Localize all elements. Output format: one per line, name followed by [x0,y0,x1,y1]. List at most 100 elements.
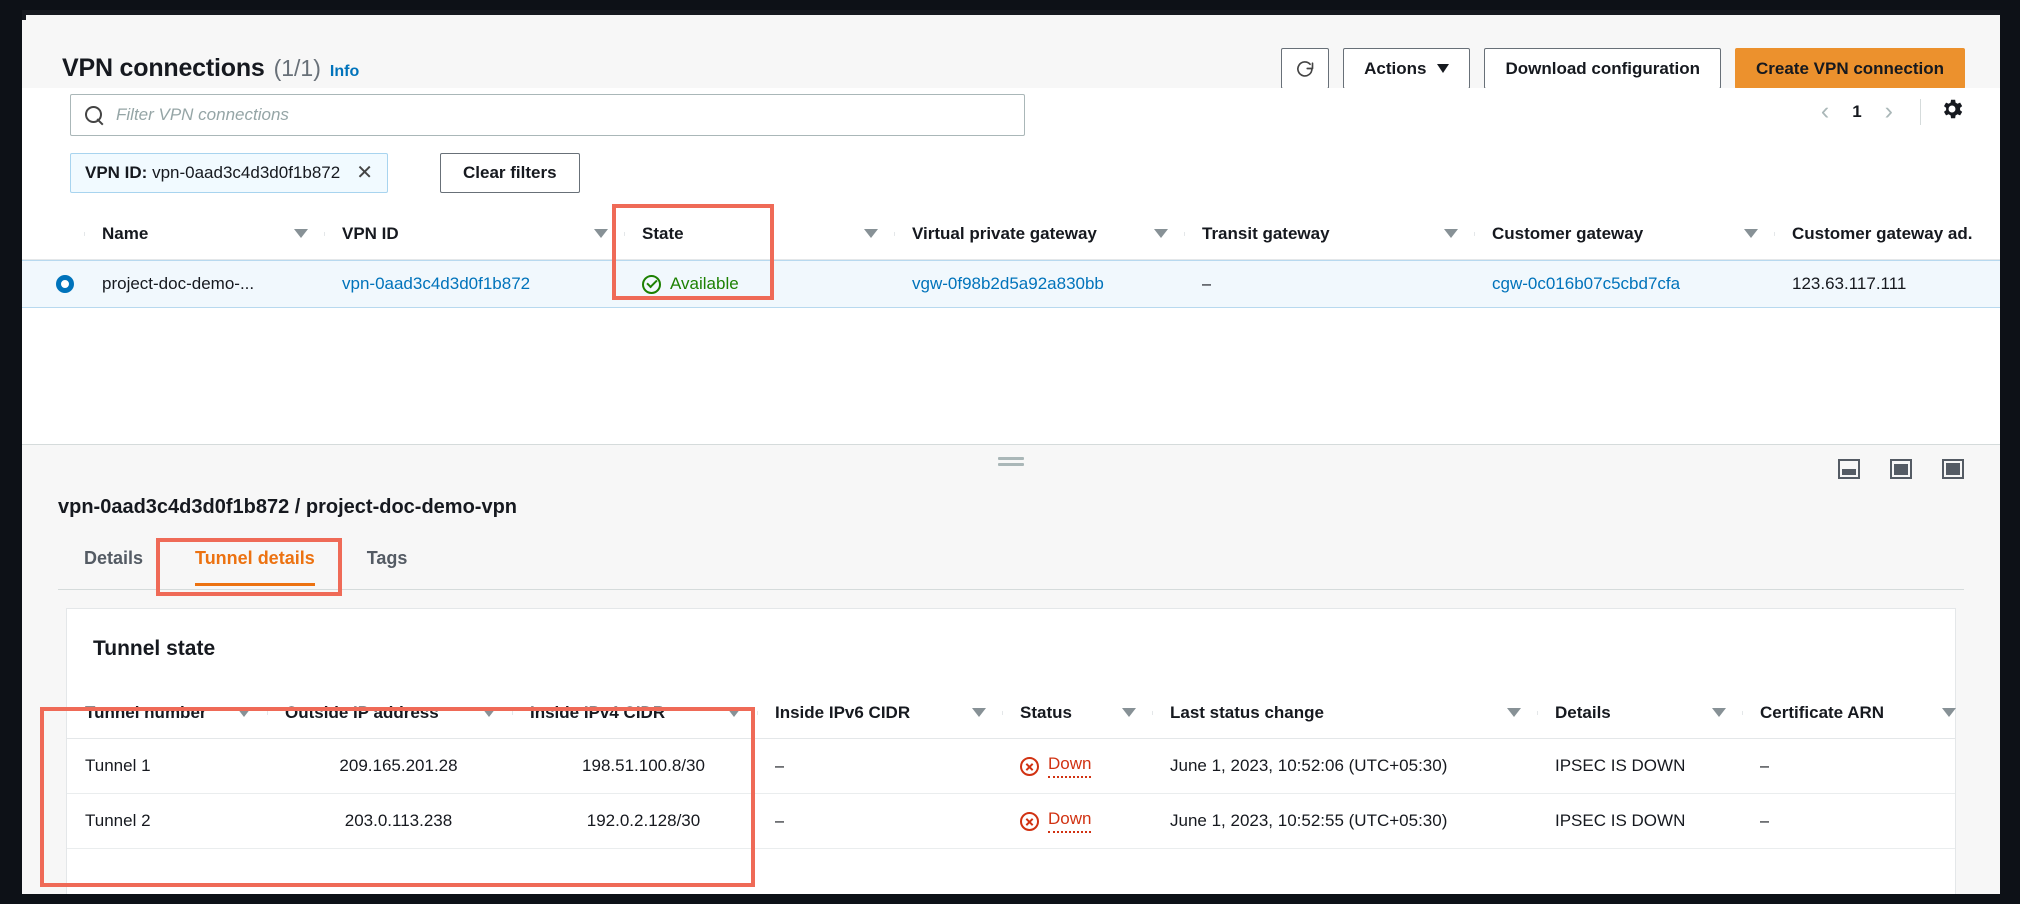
column-header-label: Inside IPv4 CIDR [530,702,666,722]
clear-filters-button[interactable]: Clear filters [440,153,580,193]
preferences-button[interactable] [1939,96,1965,127]
cell-value: 192.0.2.128/30 [586,811,701,830]
next-page-button[interactable]: › [1876,99,1902,124]
connections-table: Name VPN ID State Virtual private gatewa… [22,208,2000,308]
current-page[interactable]: 1 [1846,102,1867,122]
cell-outside-ip: 209.165.201.28 [267,756,512,776]
create-vpn-connection-button[interactable]: Create VPN connection [1735,48,1965,89]
column-header-outside-ip[interactable]: Outside IP address [267,703,512,723]
table-row: Tunnel 2 203.0.113.238 192.0.2.128/30 – [67,794,1955,849]
panel-small-icon[interactable] [1838,459,1860,479]
browser-frame: VPN connections (1/1) Info Actions Downl… [22,10,2000,894]
actions-button[interactable]: Actions [1343,48,1471,89]
column-header-tunnel-number[interactable]: Tunnel number [67,703,267,723]
column-divider [757,710,758,715]
cell-inside-ipv4: 192.0.2.128/30 [512,811,757,831]
panel-header: VPN connections (1/1) Info Actions Downl… [22,20,2000,89]
panel-medium-icon[interactable] [1890,459,1912,479]
sort-icon[interactable] [237,708,251,717]
sort-icon[interactable] [1712,708,1726,717]
sort-icon[interactable] [1744,229,1758,238]
sort-icon[interactable] [1942,708,1956,717]
cell-value-link[interactable]: cgw-0c016b07c5cbd7cfa [1492,274,1680,294]
cell-value: – [775,756,785,775]
sort-icon[interactable] [972,708,986,717]
column-divider [1474,231,1475,236]
info-link[interactable]: Info [330,63,359,81]
create-vpn-connection-label: Create VPN connection [1756,58,1944,78]
tab-label: Tags [366,548,408,568]
table-row: Tunnel 1 209.165.201.28 198.51.100.8/30 … [67,739,1955,794]
page-title-text: VPN connections [62,54,265,82]
vpn-connections-panel: VPN connections (1/1) Info Actions Downl… [22,20,2000,444]
column-header-virtual-private-gateway[interactable]: Virtual private gateway [894,224,1184,244]
sort-icon[interactable] [594,229,608,238]
cell-value: – [1760,756,1770,775]
download-configuration-button[interactable]: Download configuration [1484,48,1721,89]
close-icon[interactable]: ✕ [356,163,373,183]
tunnel-table: Tunnel number Outside IP address Inside … [67,687,1956,849]
tab-tags[interactable]: Tags [341,542,434,585]
cell-value: Tunnel 1 [85,756,151,775]
row-radio-button[interactable] [56,275,74,293]
sort-icon[interactable] [1154,229,1168,238]
sort-icon[interactable] [1507,708,1521,717]
search-input[interactable]: Filter VPN connections [70,94,1025,136]
sort-icon[interactable] [1444,229,1458,238]
split-panel-size-controls [1838,459,1964,479]
tab-details[interactable]: Details [58,542,169,585]
panel-large-icon[interactable] [1942,459,1964,479]
column-header-certificate-arn[interactable]: Certificate ARN [1742,703,1972,723]
table-row[interactable]: project-doc-demo-... vpn-0aad3c4d3d0f1b8… [22,260,2000,308]
sort-icon[interactable] [864,229,878,238]
column-divider [1152,710,1153,715]
cell-vpn-id[interactable]: vpn-0aad3c4d3d0f1b872 [324,274,624,294]
cell-certificate-arn: – [1742,811,1972,831]
section-title: Tunnel state [93,637,216,660]
column-header-inside-ipv6[interactable]: Inside IPv6 CIDR [757,703,1002,723]
column-header-details[interactable]: Details [1537,703,1742,723]
filter-token-label: VPN ID: [85,163,148,182]
previous-page-button[interactable]: ‹ [1812,99,1838,124]
cell-value: – [1760,811,1770,830]
column-header-label: VPN ID [342,223,399,243]
drag-handle[interactable] [998,457,1024,469]
sort-icon[interactable] [1122,708,1136,717]
filter-token-vpn-id[interactable]: VPN ID: vpn-0aad3c4d3d0f1b872 ✕ [70,153,388,193]
filter-token-value: vpn-0aad3c4d3d0f1b872 [152,163,341,182]
refresh-button[interactable] [1281,48,1330,89]
column-header-state[interactable]: State [624,224,894,244]
cell-tunnel-number: Tunnel 1 [67,756,267,776]
cell-customer-gateway[interactable]: cgw-0c016b07c5cbd7cfa [1474,274,1774,294]
sort-icon[interactable] [482,708,496,717]
sort-icon[interactable] [294,229,308,238]
column-divider [624,231,625,236]
column-header-customer-gateway-address[interactable]: Customer gateway ad. [1774,224,2000,244]
chevron-down-icon [1437,64,1450,73]
sort-icon[interactable] [727,708,741,717]
column-header-label: Customer gateway [1492,223,1644,243]
cell-customer-gateway-address: 123.63.117.111 [1774,274,2000,294]
status-badge: Available [642,274,739,294]
cell-value: IPSEC IS DOWN [1555,756,1686,775]
active-filters: VPN ID: vpn-0aad3c4d3d0f1b872 ✕ Clear fi… [22,146,2000,202]
cell-value-link[interactable]: vgw-0f98b2d5a92a830bb [912,274,1104,294]
cell-value-link[interactable]: vpn-0aad3c4d3d0f1b872 [342,274,530,294]
column-header-vpn-id[interactable]: VPN ID [324,224,624,244]
detail-panel-title: vpn-0aad3c4d3d0f1b872 / project-doc-demo… [58,496,518,518]
column-divider [324,231,325,236]
search-placeholder: Filter VPN connections [116,105,289,124]
column-header-transit-gateway[interactable]: Transit gateway [1184,224,1474,244]
cell-value: 123.63.117.111 [1792,274,1907,293]
column-header-customer-gateway[interactable]: Customer gateway [1474,224,1774,244]
column-header-name[interactable]: Name [84,224,324,244]
column-header-inside-ipv4[interactable]: Inside IPv4 CIDR [512,703,757,723]
column-header-last-status-change[interactable]: Last status change [1152,703,1537,723]
cell-virtual-private-gateway[interactable]: vgw-0f98b2d5a92a830bb [894,274,1184,294]
column-divider [1184,231,1185,236]
column-header-status[interactable]: Status [1002,703,1152,723]
row-select-cell[interactable] [22,275,84,293]
tab-tunnel-details[interactable]: Tunnel details [169,542,341,586]
column-header-label: Transit gateway [1202,223,1330,243]
error-circle-icon [1020,756,1039,776]
